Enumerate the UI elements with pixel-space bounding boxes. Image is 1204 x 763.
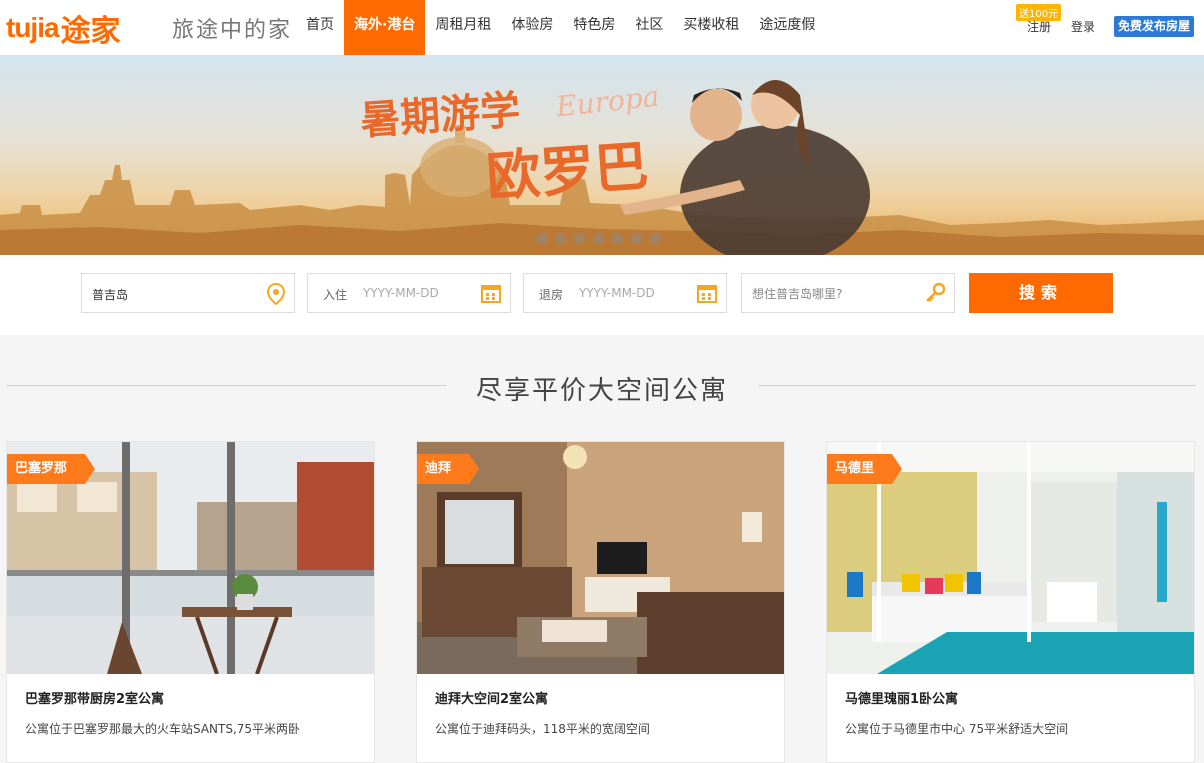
nav-weekly-monthly[interactable]: 周租月租	[425, 0, 501, 55]
destination-value: 普吉岛	[92, 288, 129, 302]
checkin-label: 入住	[323, 288, 348, 302]
nav-experience[interactable]: 体验房	[501, 0, 563, 55]
location-pin-icon	[266, 282, 286, 309]
carousel-dots	[536, 233, 661, 244]
checkout-field[interactable]: 退房 YYYY-MM-DD	[523, 273, 727, 313]
key-icon	[924, 282, 946, 307]
calendar-icon	[480, 282, 502, 307]
nav-overseas[interactable]: 海外·港台	[344, 0, 426, 55]
search-button[interactable]: 搜索	[969, 273, 1113, 313]
carousel-dot[interactable]	[536, 233, 547, 244]
destination-input[interactable]: 普吉岛	[81, 273, 295, 313]
keyword-placeholder: 想住普吉岛哪里?	[752, 287, 843, 301]
top-header: tujia 途家 旅途中的家 首页 海外·港台 周租月租 体验房 特色房 社区 …	[0, 0, 1204, 55]
logo-chinese-text: 途家	[60, 14, 121, 49]
listing-name[interactable]: 巴塞罗那带厨房2室公寓	[25, 688, 164, 707]
tujia-logo[interactable]: tujia 途家	[6, 8, 121, 49]
hero-banner[interactable]: 暑期游学 Europa 欧罗巴	[0, 55, 1204, 255]
city-tag: 巴塞罗那	[7, 454, 96, 484]
carousel-dot[interactable]	[574, 233, 585, 244]
carousel-dot[interactable]	[555, 233, 566, 244]
listing-description: 公寓位于马德里市中心 75平米舒适大空间	[845, 722, 1069, 736]
publish-listing-button[interactable]: 免费发布房屋	[1114, 16, 1195, 37]
city-tag: 迪拜	[417, 454, 480, 484]
listing-name[interactable]: 马德里瑰丽1卧公寓	[845, 688, 958, 707]
calendar-icon	[696, 282, 718, 307]
checkout-label: 退房	[539, 288, 564, 302]
carousel-dot[interactable]	[650, 233, 661, 244]
listing-card[interactable]: 巴塞罗那 巴塞罗那带厨房2室公寓 公寓位于巴塞罗那最大的火车站SANTS,75平…	[6, 441, 375, 763]
main-nav: 首页 海外·港台 周租月租 体验房 特色房 社区 买楼收租 途远度假	[296, 0, 825, 55]
nav-community[interactable]: 社区	[625, 0, 673, 55]
checkin-field[interactable]: 入住 YYYY-MM-DD	[307, 273, 511, 313]
nav-home[interactable]: 首页	[296, 0, 344, 55]
banner-title-line2: 欧罗巴	[484, 133, 651, 209]
listing-description: 公寓位于迪拜码头，118平米的宽阔空间	[435, 722, 650, 736]
listing-name[interactable]: 迪拜大空间2室公寓	[435, 688, 548, 707]
listing-description: 公寓位于巴塞罗那最大的火车站SANTS,75平米两卧	[25, 722, 301, 736]
section-title: 尽享平价大空间公寓	[475, 376, 728, 406]
carousel-dot[interactable]	[612, 233, 623, 244]
nav-featured[interactable]: 特色房	[563, 0, 625, 55]
checkout-placeholder: YYYY-MM-DD	[579, 286, 655, 300]
search-bar: 普吉岛 入住 YYYY-MM-DD 退房 YYYY-MM-DD 想住普吉岛哪里?…	[0, 255, 1204, 335]
carousel-dot[interactable]	[593, 233, 604, 244]
nav-tuyuan-vacation[interactable]: 途远度假	[749, 0, 825, 55]
nav-buy-to-rent[interactable]: 买楼收租	[673, 0, 749, 55]
slogan: 旅途中的家	[172, 18, 293, 43]
login-link[interactable]: 登录	[1071, 18, 1095, 35]
keyword-input[interactable]: 想住普吉岛哪里?	[741, 273, 955, 313]
checkin-placeholder: YYYY-MM-DD	[363, 286, 439, 300]
city-tag: 马德里	[827, 454, 903, 484]
register-link[interactable]: 注册	[1027, 18, 1051, 35]
logo-latin-text: tujia	[6, 12, 60, 43]
listing-card[interactable]: 马德里 马德里瑰丽1卧公寓 公寓位于马德里市中心 75平米舒适大空间	[826, 441, 1195, 763]
listing-card[interactable]: 迪拜 迪拜大空间2室公寓 公寓位于迪拜码头，118平米的宽阔空间	[416, 441, 785, 763]
carousel-dot[interactable]	[631, 233, 642, 244]
